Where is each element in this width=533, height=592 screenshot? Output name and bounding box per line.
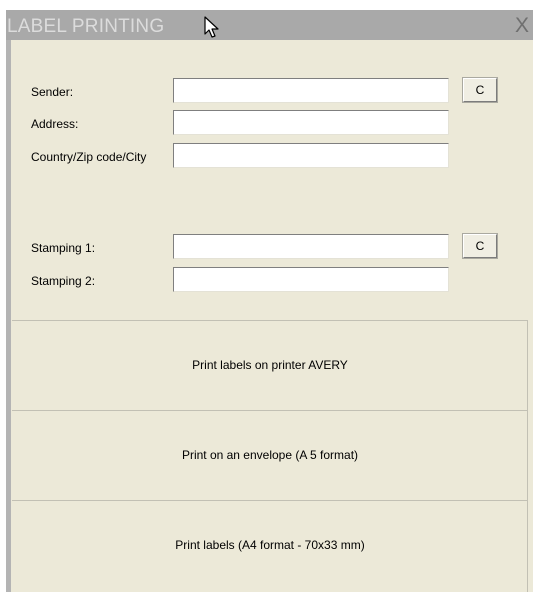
window-title: LABEL PRINTING — [7, 16, 165, 37]
address-input[interactable] — [173, 110, 449, 135]
stamping1-label: Stamping 1: — [31, 241, 96, 255]
sender-input[interactable] — [173, 78, 449, 103]
print-avery-button[interactable]: Print labels on printer AVERY — [12, 320, 528, 410]
stamping-clear-button[interactable]: C — [463, 234, 497, 258]
stamping2-label: Stamping 2: — [31, 274, 96, 288]
mouse-pointer-icon — [204, 16, 219, 38]
sender-label: Sender: — [31, 85, 74, 99]
stamping2-input[interactable] — [173, 267, 449, 292]
close-button[interactable]: X — [511, 14, 533, 38]
country-zip-city-input[interactable] — [173, 143, 449, 168]
country-zip-city-label: Country/Zip code/City — [31, 150, 147, 164]
title-bar[interactable]: LABEL PRINTING X — [6, 10, 533, 40]
window-left-border — [6, 40, 11, 592]
print-a4-labels-button[interactable]: Print labels (A4 format - 70x33 mm) — [12, 500, 528, 590]
sender-clear-button[interactable]: C — [463, 78, 497, 102]
address-label: Address: — [31, 117, 79, 131]
print-envelope-button[interactable]: Print on an envelope (A 5 format) — [12, 410, 528, 500]
stamping1-input[interactable] — [173, 234, 449, 259]
label-printing-window: LABEL PRINTING X Sender: C Address: Coun… — [6, 10, 533, 592]
action-panel-border — [527, 320, 528, 592]
